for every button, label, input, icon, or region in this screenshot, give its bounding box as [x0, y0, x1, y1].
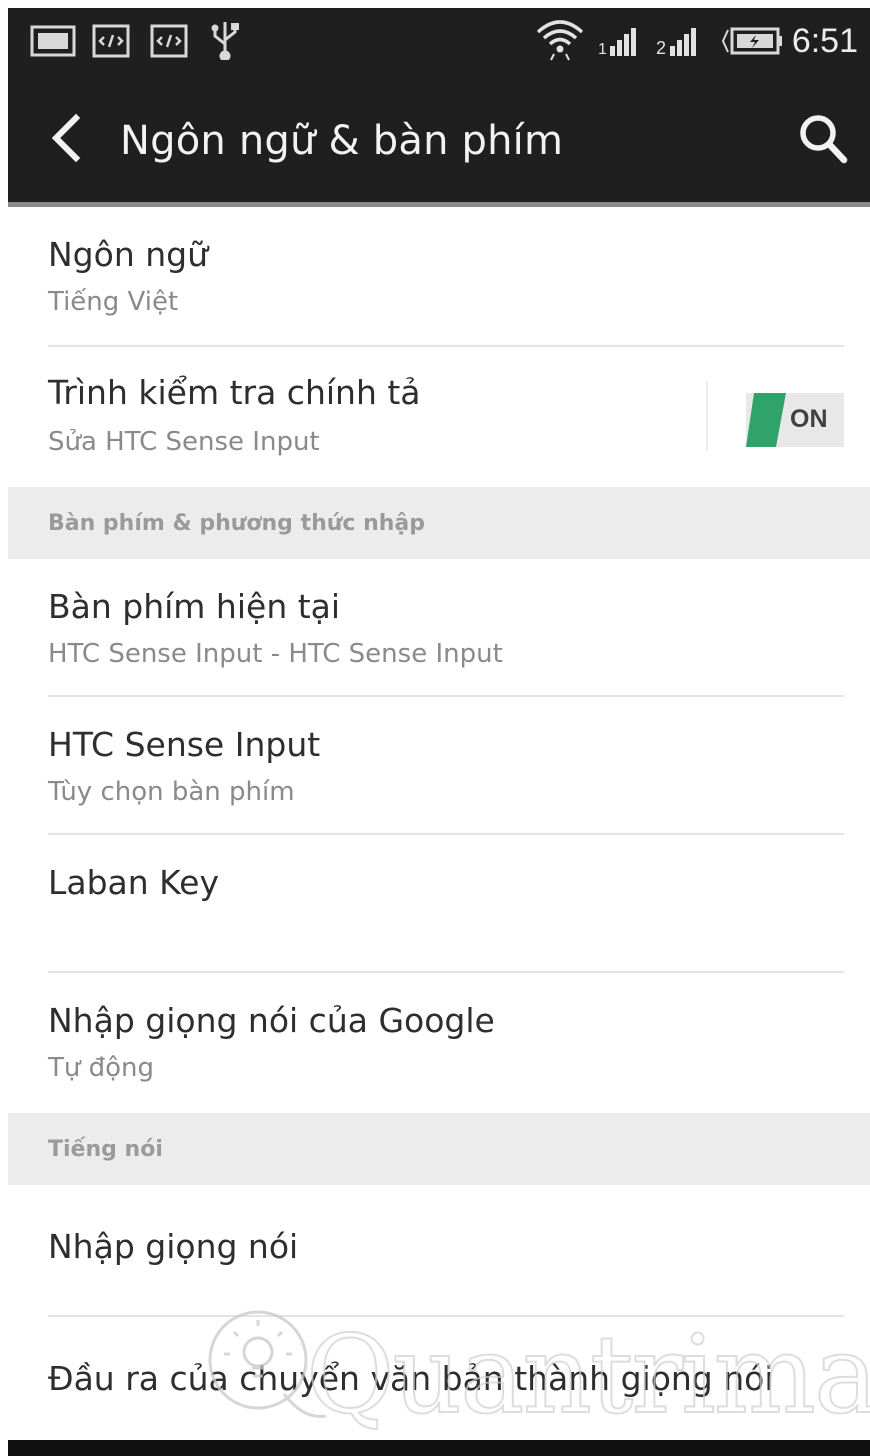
- bottom-nav-strip: [8, 1440, 870, 1456]
- list-item-google-voice[interactable]: Nhập giọng nói của Google Tự động: [8, 973, 870, 1113]
- item-title: Trình kiểm tra chính tả: [48, 373, 421, 412]
- section-header-keyboard: Bàn phím & phương thức nhập: [8, 487, 870, 559]
- wifi-icon: [536, 20, 584, 61]
- search-icon[interactable]: [796, 110, 850, 166]
- signal-1-icon: 1: [598, 28, 636, 58]
- list-item-tts-output[interactable]: Đầu ra của chuyển văn bản thành giọng nó…: [8, 1317, 870, 1441]
- list-item-voice-input[interactable]: Nhập giọng nói: [8, 1185, 870, 1317]
- usb-icon: [211, 22, 239, 60]
- item-title: Đầu ra của chuyển văn bản thành giọng nó…: [48, 1359, 774, 1398]
- section-label: Tiếng nói: [48, 1137, 163, 1162]
- svg-text:1: 1: [598, 41, 607, 58]
- item-subtitle: Tự động: [48, 1053, 155, 1083]
- list-item-laban-key[interactable]: Laban Key: [8, 835, 870, 973]
- list-item-language[interactable]: Ngôn ngữ Tiếng Việt: [8, 207, 870, 347]
- signal-2-icon: 2: [656, 28, 696, 58]
- code-icon: [150, 24, 188, 58]
- toggle-on-indicator: [746, 393, 786, 447]
- item-title: Laban Key: [48, 863, 220, 902]
- phone-screen: 1 2 6:51 Ngôn ngữ & bàn phím Ngôn ngữ Ti…: [8, 8, 870, 1456]
- item-title: Bàn phím hiện tại: [48, 587, 341, 626]
- toggle-separator: [706, 381, 708, 451]
- settings-list: Ngôn ngữ Tiếng Việt Trình kiểm tra chính…: [8, 207, 870, 1441]
- item-title: Nhập giọng nói của Google: [48, 1001, 495, 1040]
- code-icon: [92, 24, 130, 58]
- screenshot-icon: [30, 25, 76, 57]
- status-time: 6:51: [791, 22, 858, 60]
- section-header-speech: Tiếng nói: [8, 1113, 870, 1185]
- item-title: HTC Sense Input: [48, 725, 321, 764]
- list-item-spellchecker[interactable]: Trình kiểm tra chính tả Sửa HTC Sense In…: [8, 347, 870, 487]
- item-title: Nhập giọng nói: [48, 1227, 299, 1266]
- status-bar: 1 2 6:51: [8, 8, 870, 74]
- spellcheck-toggle[interactable]: ON: [746, 393, 844, 447]
- toggle-label: ON: [790, 405, 828, 433]
- item-subtitle: HTC Sense Input - HTC Sense Input: [48, 639, 503, 669]
- item-title: Ngôn ngữ: [48, 235, 209, 274]
- item-subtitle: Tùy chọn bàn phím: [48, 777, 295, 807]
- item-subtitle: Tiếng Việt: [48, 287, 179, 317]
- svg-text:2: 2: [656, 38, 666, 58]
- page-title: Ngôn ngữ & bàn phím: [120, 118, 564, 164]
- list-item-current-keyboard[interactable]: Bàn phím hiện tại HTC Sense Input - HTC …: [8, 559, 870, 697]
- item-subtitle: Sửa HTC Sense Input: [48, 427, 320, 457]
- battery-charging-icon: [721, 27, 782, 55]
- back-arrow-icon[interactable]: [42, 110, 92, 166]
- list-item-htc-sense-input[interactable]: HTC Sense Input Tùy chọn bàn phím: [8, 697, 870, 835]
- screen: 1 2 6:51 Ngôn ngữ & bàn phím Ngôn ngữ Ti…: [0, 0, 870, 1456]
- section-label: Bàn phím & phương thức nhập: [48, 511, 426, 536]
- action-bar: Ngôn ngữ & bàn phím: [8, 74, 870, 202]
